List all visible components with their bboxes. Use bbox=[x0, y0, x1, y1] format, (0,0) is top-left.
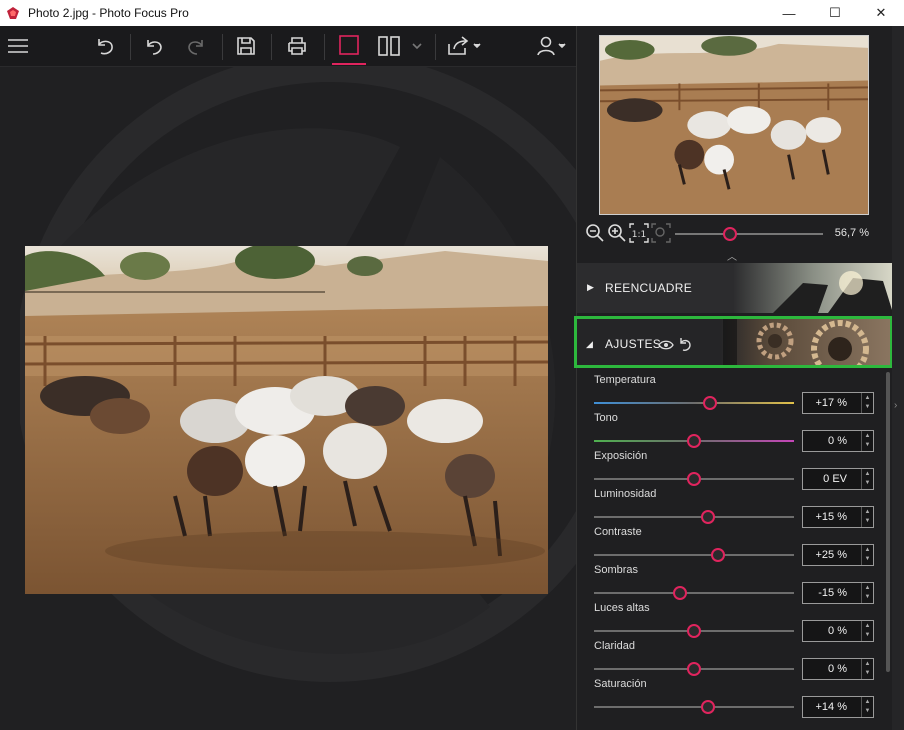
zoom-out-icon[interactable] bbox=[585, 223, 605, 243]
highlights-value-field[interactable]: 0 % ▲ ▼ bbox=[802, 620, 874, 642]
luminosity-handle[interactable] bbox=[701, 510, 715, 524]
slider-claridad: Claridad 0 % ▲ ▼ bbox=[577, 640, 887, 680]
stepper-icon: ▲ ▼ bbox=[861, 697, 873, 717]
section-reencuadre[interactable]: ▶ REENCUADRE bbox=[577, 263, 893, 313]
minimize-button[interactable]: — bbox=[766, 0, 812, 26]
navigator-thumbnail[interactable] bbox=[599, 35, 869, 215]
window-title: Photo 2.jpg - Photo Focus Pro bbox=[28, 6, 189, 20]
luminosity-track[interactable] bbox=[594, 516, 794, 518]
eye-icon[interactable] bbox=[658, 339, 674, 351]
clarity-handle[interactable] bbox=[687, 662, 701, 676]
expand-arrow-icon: ▶ bbox=[587, 282, 594, 292]
split-view-icon[interactable] bbox=[374, 26, 404, 66]
main-photo bbox=[25, 246, 548, 594]
clarity-value-field[interactable]: 0 % ▲ ▼ bbox=[802, 658, 874, 680]
slider-luces-altas: Luces altas 0 % ▲ ▼ bbox=[577, 602, 887, 642]
slider-temperatura: Temperatura +17 % ▲ ▼ bbox=[577, 374, 887, 414]
temperature-value-field[interactable]: +17 % ▲ ▼ bbox=[802, 392, 874, 414]
zoom-controls: 1:1 56,7 % bbox=[585, 223, 885, 245]
maximize-button[interactable]: ☐ bbox=[812, 0, 858, 26]
svg-text:1:1: 1:1 bbox=[632, 230, 646, 240]
save-icon[interactable] bbox=[231, 26, 261, 66]
shadows-value-field[interactable]: -15 % ▲ ▼ bbox=[802, 582, 874, 604]
saturation-track[interactable] bbox=[594, 706, 794, 708]
section-ajustes-label: AJUSTES bbox=[605, 337, 662, 351]
close-button[interactable]: ✕ bbox=[858, 0, 904, 26]
slider-label: Claridad bbox=[594, 640, 635, 652]
shadows-handle[interactable] bbox=[673, 586, 687, 600]
slider-label: Luminosidad bbox=[594, 488, 657, 500]
app-logo-icon bbox=[7, 7, 19, 19]
slider-label: Tono bbox=[594, 412, 618, 424]
tint-value-field[interactable]: 0 % ▲ ▼ bbox=[802, 430, 874, 452]
slider-label: Exposición bbox=[594, 450, 648, 462]
saturation-value-field[interactable]: +14 % ▲ ▼ bbox=[802, 696, 874, 718]
tint-handle[interactable] bbox=[687, 434, 701, 448]
ajustes-banner-image bbox=[720, 319, 890, 365]
slider-contraste: Contraste +25 % ▲ ▼ bbox=[577, 526, 887, 566]
stepper-icon: ▲ ▼ bbox=[861, 545, 873, 565]
actual-size-icon[interactable]: 1:1 bbox=[629, 223, 649, 243]
stepper-icon: ▲ ▼ bbox=[861, 431, 873, 451]
reset-icon[interactable] bbox=[678, 336, 692, 352]
zoom-value: 56,7 % bbox=[834, 227, 869, 239]
contrast-handle[interactable] bbox=[711, 548, 725, 562]
section-ajustes[interactable]: ◢ AJUSTES bbox=[574, 316, 893, 368]
slider-luminosidad: Luminosidad +15 % ▲ ▼ bbox=[577, 488, 887, 528]
slider-tono: Tono 0 % ▲ ▼ bbox=[577, 412, 887, 452]
highlights-handle[interactable] bbox=[687, 624, 701, 638]
slider-saturacion: Saturación +14 % ▲ ▼ bbox=[577, 678, 887, 718]
single-view-icon[interactable] bbox=[332, 26, 366, 65]
section-reencuadre-label: REENCUADRE bbox=[605, 281, 693, 295]
saturation-handle[interactable] bbox=[701, 700, 715, 714]
chevron-down-icon[interactable] bbox=[408, 26, 426, 66]
undo-history-icon[interactable] bbox=[90, 26, 120, 66]
slider-label: Saturación bbox=[594, 678, 647, 690]
zoom-slider-track[interactable] bbox=[675, 233, 823, 235]
collapse-arrow-icon: ◢ bbox=[586, 339, 593, 349]
stepper-icon: ▲ ▼ bbox=[861, 469, 873, 489]
panel-scrollbar[interactable] bbox=[886, 372, 890, 672]
stepper-icon: ▲ ▼ bbox=[861, 507, 873, 527]
main-toolbar bbox=[0, 26, 576, 67]
temperature-handle[interactable] bbox=[703, 396, 717, 410]
exposure-handle[interactable] bbox=[687, 472, 701, 486]
photo-canvas[interactable] bbox=[0, 67, 576, 730]
stepper-icon: ▲ ▼ bbox=[861, 393, 873, 413]
zoom-slider-handle[interactable] bbox=[722, 227, 737, 241]
fit-to-window-icon[interactable] bbox=[651, 223, 671, 243]
chevron-right-icon[interactable]: › bbox=[894, 400, 897, 411]
print-icon[interactable] bbox=[282, 26, 312, 66]
user-icon[interactable] bbox=[534, 26, 570, 66]
panel-edge bbox=[892, 26, 904, 730]
slider-sombras: Sombras -15 % ▲ ▼ bbox=[577, 564, 887, 604]
undo-icon[interactable] bbox=[140, 26, 170, 66]
contrast-track[interactable] bbox=[594, 554, 794, 556]
slider-label: Contraste bbox=[594, 526, 642, 538]
stepper-icon: ▲ ▼ bbox=[861, 621, 873, 641]
side-panel: 1:1 56,7 % ︿ ▶ REENCUADRE ◢ AJUSTES Temp… bbox=[574, 26, 893, 730]
title-bar: Photo 2.jpg - Photo Focus Pro — ☐ ✕ bbox=[0, 0, 904, 26]
zoom-in-icon[interactable] bbox=[607, 223, 627, 243]
reencuadre-banner-image bbox=[733, 263, 893, 313]
exposure-value-field[interactable]: 0 EV ▲ ▼ bbox=[802, 468, 874, 490]
collapse-navigator-icon[interactable]: ︿ bbox=[727, 248, 737, 263]
redo-icon[interactable] bbox=[180, 26, 210, 66]
share-icon[interactable] bbox=[444, 26, 484, 66]
stepper-icon: ▲ ▼ bbox=[861, 659, 873, 679]
temperature-track[interactable] bbox=[594, 402, 794, 404]
contrast-value-field[interactable]: +25 % ▲ ▼ bbox=[802, 544, 874, 566]
shadows-track[interactable] bbox=[594, 592, 794, 594]
stepper-icon: ▲ ▼ bbox=[861, 583, 873, 603]
luminosity-value-field[interactable]: +15 % ▲ ▼ bbox=[802, 506, 874, 528]
menu-icon[interactable] bbox=[4, 26, 32, 66]
slider-label: Sombras bbox=[594, 564, 639, 576]
adjustments-list: Temperatura +17 % ▲ ▼ Tono 0 % ▲ ▼ Exposició… bbox=[577, 374, 893, 730]
slider-label: Temperatura bbox=[594, 374, 656, 386]
slider-exposicion: Exposición 0 EV ▲ ▼ bbox=[577, 450, 887, 490]
app-window: Photo 2.jpg - Photo Focus Pro — ☐ ✕ 1:1 … bbox=[0, 0, 904, 730]
slider-label: Luces altas bbox=[594, 602, 650, 614]
